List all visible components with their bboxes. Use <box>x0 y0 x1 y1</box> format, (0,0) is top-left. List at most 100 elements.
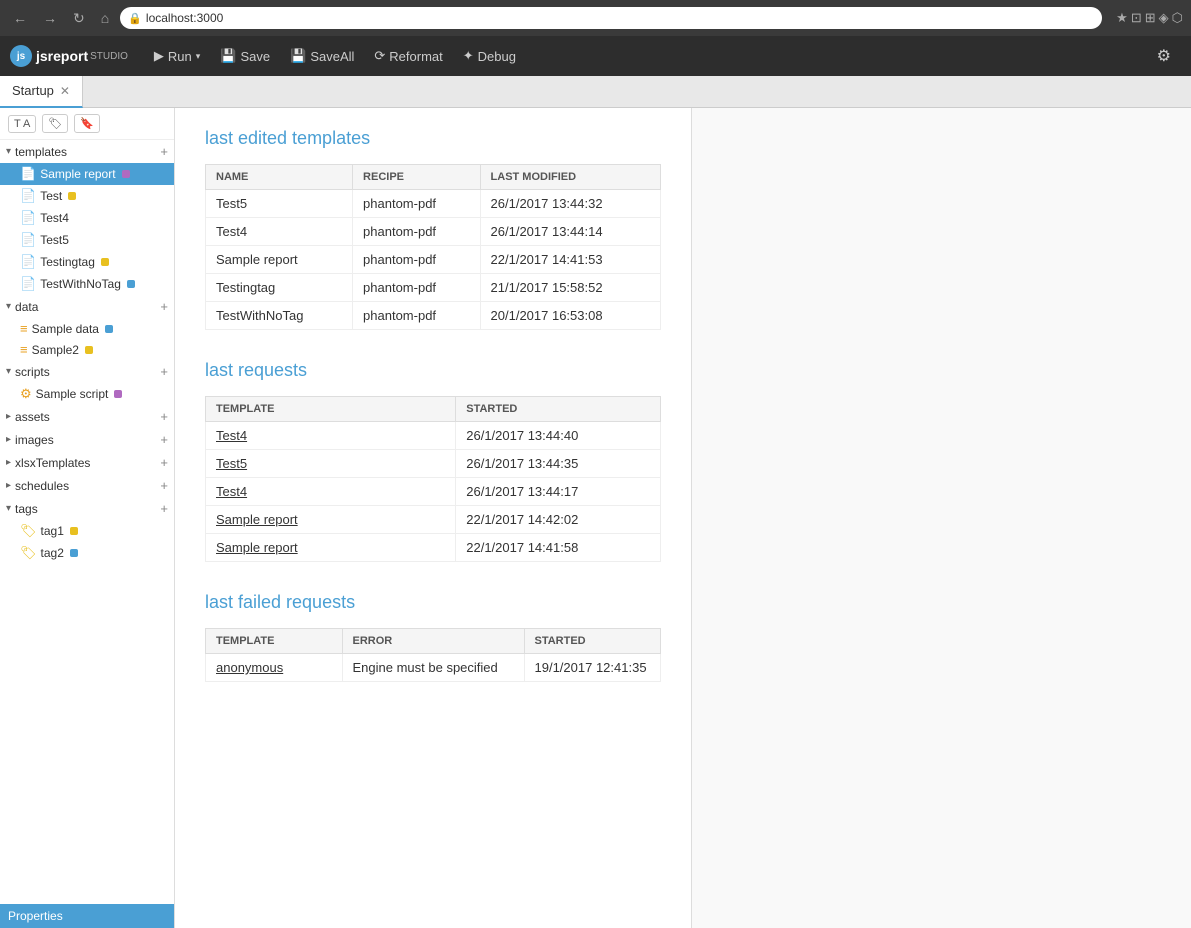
tag-button[interactable]: 🔖 <box>74 114 100 133</box>
sidebar-item-test4[interactable]: 📄 Test4 <box>0 207 174 229</box>
table-row: Test5 phantom-pdf 26/1/2017 13:44:32 <box>206 190 661 218</box>
schedules-section-header[interactable]: ▸ schedules + <box>0 474 174 497</box>
reload-button[interactable]: ↻ <box>68 8 90 29</box>
forward-button[interactable]: → <box>38 8 62 28</box>
db-icon: ≡ <box>20 342 28 357</box>
col-template-header: TEMPLATE <box>206 397 456 422</box>
tab-close-icon[interactable]: ✕ <box>60 84 70 98</box>
table-row: Test4 26/1/2017 13:44:40 <box>206 422 661 450</box>
doc-icon: 📄 <box>20 254 36 270</box>
tag-indicator <box>101 258 109 266</box>
recipe-cell: phantom-pdf <box>353 190 480 218</box>
xlsx-arrow: ▸ <box>6 457 11 468</box>
tags-add-icon[interactable]: + <box>160 501 168 516</box>
tag-icon-2: 🏷 <box>20 545 37 561</box>
template-link-cell[interactable]: anonymous <box>206 654 343 682</box>
templates-add-icon[interactable]: + <box>160 144 168 159</box>
debug-button[interactable]: ✦ Debug <box>453 36 526 76</box>
images-add-icon[interactable]: + <box>160 432 168 447</box>
tag-icon-1: 🏷 <box>20 523 37 539</box>
col-modified-header: LAST MODIFIED <box>480 165 660 190</box>
main-layout: T A 🏷 🔖 ▾ templates + 📄 Sample report 📄 <box>0 108 1191 928</box>
item-label: Testingtag <box>40 255 95 269</box>
last-requests-title: last requests <box>205 360 661 381</box>
sidebar-section-scripts: ▾ scripts + ⚙ Sample script <box>0 360 174 405</box>
schedules-add-icon[interactable]: + <box>160 478 168 493</box>
tag-indicator <box>70 527 78 535</box>
sidebar-item-test[interactable]: 📄 Test <box>0 185 174 207</box>
images-label: images <box>15 433 156 447</box>
saveall-button[interactable]: 💾 SaveAll <box>280 36 364 76</box>
sidebar-item-test5[interactable]: 📄 Test5 <box>0 229 174 251</box>
sidebar-item-tag1[interactable]: 🏷 tag1 <box>0 520 174 542</box>
sidebar-item-sample-report[interactable]: 📄 Sample report <box>0 163 174 185</box>
sidebar-section-templates: ▾ templates + 📄 Sample report 📄 Test 📄 T… <box>0 140 174 295</box>
templates-section-header[interactable]: ▾ templates + <box>0 140 174 163</box>
save-button[interactable]: 💾 Save <box>210 36 280 76</box>
font-size-tool-button[interactable]: T A <box>8 115 36 133</box>
sidebar-section-xlsx: ▸ xlsxTemplates + <box>0 451 174 474</box>
data-section-header[interactable]: ▾ data + <box>0 295 174 318</box>
save-label: Save <box>240 49 270 64</box>
content-area: last edited templates NAME RECIPE LAST M… <box>175 108 691 928</box>
sidebar-item-tag2[interactable]: 🏷 tag2 <box>0 542 174 564</box>
template-link-cell[interactable]: Test4 <box>206 478 456 506</box>
xlsx-add-icon[interactable]: + <box>160 455 168 470</box>
back-button[interactable]: ← <box>8 8 32 28</box>
tag-filter-button[interactable]: 🏷 <box>42 114 68 133</box>
item-label: Sample data <box>32 322 99 336</box>
started-cell: 19/1/2017 12:41:35 <box>524 654 661 682</box>
template-link-cell[interactable]: Sample report <box>206 534 456 562</box>
address-bar[interactable]: 🔒 localhost:3000 <box>120 7 1102 29</box>
item-label: Test5 <box>40 233 69 247</box>
doc-icon: 📄 <box>20 188 36 204</box>
browser-chrome: ← → ↻ ⌂ 🔒 localhost:3000 ★ ⊡ ⊞ ◈ ⬡ <box>0 0 1191 36</box>
error-cell: Engine must be specified <box>342 654 524 682</box>
table-row: Sample report phantom-pdf 22/1/2017 14:4… <box>206 246 661 274</box>
tab-startup[interactable]: Startup ✕ <box>0 76 83 108</box>
tags-section-header[interactable]: ▾ tags + <box>0 497 174 520</box>
scripts-add-icon[interactable]: + <box>160 364 168 379</box>
browser-extension-icons: ★ ⊡ ⊞ ◈ ⬡ <box>1116 10 1183 26</box>
data-arrow: ▾ <box>6 301 11 312</box>
properties-label: Properties <box>8 909 63 923</box>
images-arrow: ▸ <box>6 434 11 445</box>
table-row: TestWithNoTag phantom-pdf 20/1/2017 16:5… <box>206 302 661 330</box>
col-started-failed-header: STARTED <box>524 629 661 654</box>
settings-icon[interactable]: ⚙ <box>1147 41 1181 71</box>
sidebar-toolbar: T A 🏷 🔖 <box>0 108 174 140</box>
item-label: TestWithNoTag <box>40 277 121 291</box>
sidebar-item-sample2[interactable]: ≡ Sample2 <box>0 339 174 360</box>
template-name-cell: Testingtag <box>206 274 353 302</box>
gear-icon: ⚙ <box>20 386 32 402</box>
doc-icon: 📄 <box>20 166 36 182</box>
data-add-icon[interactable]: + <box>160 299 168 314</box>
template-name-cell: Sample report <box>206 246 353 274</box>
assets-add-icon[interactable]: + <box>160 409 168 424</box>
scripts-section-header[interactable]: ▾ scripts + <box>0 360 174 383</box>
properties-bar[interactable]: Properties <box>0 904 174 928</box>
item-label: Sample report <box>40 167 115 181</box>
tags-label: tags <box>15 502 156 516</box>
template-link-cell[interactable]: Sample report <box>206 506 456 534</box>
logo-icon: js <box>10 45 32 67</box>
assets-section-header[interactable]: ▸ assets + <box>0 405 174 428</box>
template-link-cell[interactable]: Test5 <box>206 450 456 478</box>
sidebar-item-testwithnotag[interactable]: 📄 TestWithNoTag <box>0 273 174 295</box>
sidebar-item-sample-script[interactable]: ⚙ Sample script <box>0 383 174 405</box>
template-link-cell[interactable]: Test4 <box>206 422 456 450</box>
reformat-button[interactable]: ⟳ Reformat <box>364 36 452 76</box>
sidebar: T A 🏷 🔖 ▾ templates + 📄 Sample report 📄 <box>0 108 175 928</box>
right-panel <box>691 108 1191 928</box>
sidebar-content: ▾ templates + 📄 Sample report 📄 Test 📄 T… <box>0 140 174 904</box>
ext-icon-1: ★ <box>1116 10 1128 26</box>
run-button[interactable]: ▶ Run ▾ <box>144 36 210 76</box>
sidebar-item-testingtag[interactable]: 📄 Testingtag <box>0 251 174 273</box>
xlsx-section-header[interactable]: ▸ xlsxTemplates + <box>0 451 174 474</box>
reformat-label: Reformat <box>389 49 442 64</box>
recipe-cell: phantom-pdf <box>353 218 480 246</box>
sidebar-item-sample-data[interactable]: ≡ Sample data <box>0 318 174 339</box>
home-button[interactable]: ⌂ <box>96 8 114 28</box>
scripts-arrow: ▾ <box>6 366 11 377</box>
images-section-header[interactable]: ▸ images + <box>0 428 174 451</box>
